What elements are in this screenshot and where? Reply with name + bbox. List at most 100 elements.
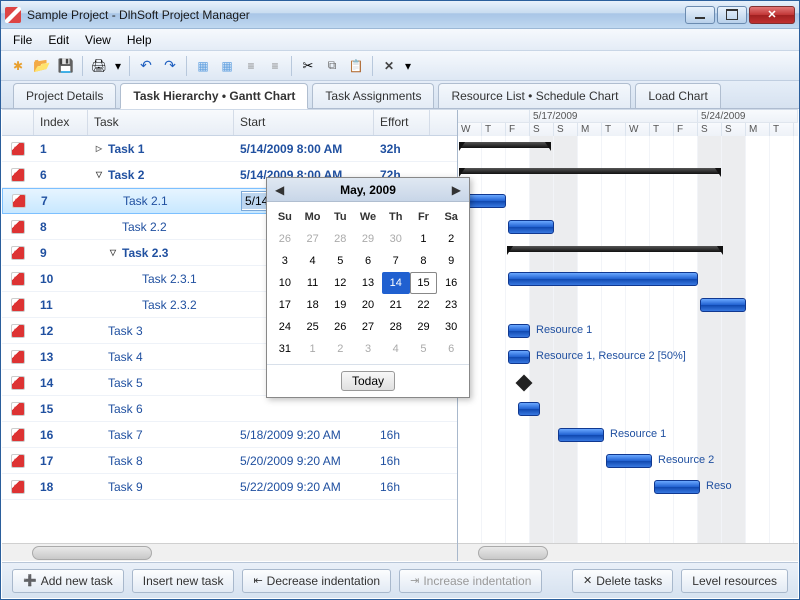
col-effort[interactable]: Effort bbox=[374, 110, 430, 135]
task-row[interactable]: 1Task 15/14/2009 8:00 AM32h bbox=[2, 136, 457, 162]
flag-icon[interactable] bbox=[11, 298, 25, 312]
flag-icon[interactable] bbox=[11, 142, 25, 156]
save-icon[interactable] bbox=[55, 55, 77, 77]
calendar-day[interactable]: 12 bbox=[326, 272, 354, 294]
effort-cell[interactable]: 16h bbox=[374, 480, 430, 494]
calendar-day[interactable]: 11 bbox=[299, 272, 327, 294]
flag-icon[interactable] bbox=[11, 428, 25, 442]
calendar-day[interactable]: 24 bbox=[271, 316, 299, 338]
add-new-task-button[interactable]: ➕Add new task bbox=[12, 569, 124, 593]
copy-icon[interactable] bbox=[321, 55, 343, 77]
col-task[interactable]: Task bbox=[88, 110, 234, 135]
print-dropdown-icon[interactable]: ▾ bbox=[112, 55, 124, 77]
next-month-icon[interactable]: ▶ bbox=[452, 183, 461, 197]
menu-view[interactable]: View bbox=[77, 31, 119, 49]
calendar-day[interactable]: 23 bbox=[437, 294, 465, 316]
flag-icon[interactable] bbox=[11, 402, 25, 416]
expander-icon[interactable] bbox=[94, 144, 104, 154]
calendar-day[interactable]: 6 bbox=[437, 338, 465, 360]
task-name-cell[interactable]: Task 9 bbox=[88, 480, 234, 494]
effort-cell[interactable]: 16h bbox=[374, 428, 430, 442]
calendar-day[interactable]: 5 bbox=[410, 338, 438, 360]
increase-indentation-button[interactable]: ⇥Increase indentation bbox=[399, 569, 542, 593]
task-bar[interactable] bbox=[508, 350, 530, 364]
calendar-day[interactable]: 30 bbox=[382, 228, 410, 250]
task-bar[interactable] bbox=[606, 454, 652, 468]
effort-cell[interactable]: 32h bbox=[374, 142, 430, 156]
task-name-cell[interactable]: Task 2.3.1 bbox=[88, 272, 234, 286]
summary-bar[interactable] bbox=[460, 168, 720, 174]
task-name-cell[interactable]: Task 2.2 bbox=[88, 220, 234, 234]
task-bar[interactable] bbox=[558, 428, 604, 442]
calendar-day[interactable]: 27 bbox=[354, 316, 382, 338]
task-bar[interactable] bbox=[508, 220, 554, 234]
level-resources-button[interactable]: Level resources bbox=[681, 569, 788, 593]
grid-h-scrollbar[interactable] bbox=[2, 543, 457, 561]
outdent-icon[interactable] bbox=[240, 55, 262, 77]
calendar-day[interactable]: 22 bbox=[410, 294, 438, 316]
calendar-day[interactable]: 2 bbox=[326, 338, 354, 360]
close-button[interactable] bbox=[749, 6, 795, 24]
calendar-day[interactable]: 1 bbox=[299, 338, 327, 360]
flag-icon[interactable] bbox=[11, 480, 25, 494]
decrease-indentation-button[interactable]: ⇤Decrease indentation bbox=[242, 569, 391, 593]
calendar-day[interactable]: 2 bbox=[437, 228, 465, 250]
task-name-cell[interactable]: Task 2.3.2 bbox=[88, 298, 234, 312]
calendar-day[interactable]: 16 bbox=[437, 272, 465, 294]
undo-icon[interactable] bbox=[135, 55, 157, 77]
task-bar[interactable] bbox=[654, 480, 700, 494]
grid-scroll-thumb[interactable] bbox=[32, 546, 152, 560]
calendar-day[interactable]: 9 bbox=[437, 250, 465, 272]
flag-icon[interactable] bbox=[11, 324, 25, 338]
calendar-day[interactable]: 30 bbox=[437, 316, 465, 338]
calendar-day[interactable]: 8 bbox=[410, 250, 438, 272]
task-bar[interactable] bbox=[518, 402, 540, 416]
tab-project-details[interactable]: Project Details bbox=[13, 83, 116, 108]
col-flag[interactable] bbox=[2, 110, 34, 135]
task-name-cell[interactable]: Task 7 bbox=[88, 428, 234, 442]
tab-load-chart[interactable]: Load Chart bbox=[635, 83, 720, 108]
calendar-day[interactable]: 4 bbox=[299, 250, 327, 272]
task-bar[interactable] bbox=[508, 272, 698, 286]
calendar-day[interactable]: 14 bbox=[382, 272, 410, 294]
calendar-day[interactable]: 13 bbox=[354, 272, 382, 294]
open-icon[interactable] bbox=[31, 55, 53, 77]
flag-icon[interactable] bbox=[11, 272, 25, 286]
task-name-cell[interactable]: Task 8 bbox=[88, 454, 234, 468]
today-button[interactable]: Today bbox=[341, 371, 395, 391]
task-name-cell[interactable]: Task 2.1 bbox=[89, 194, 235, 208]
task-row[interactable]: 15Task 6 bbox=[2, 396, 457, 422]
task-bar[interactable] bbox=[508, 324, 530, 338]
task-name-cell[interactable]: Task 2 bbox=[88, 168, 234, 182]
insert-new-task-button[interactable]: Insert new task bbox=[132, 569, 235, 593]
calendar-day[interactable]: 26 bbox=[326, 316, 354, 338]
col-start[interactable]: Start bbox=[234, 110, 374, 135]
gantt-scroll-thumb[interactable] bbox=[478, 546, 548, 560]
calendar-day[interactable]: 1 bbox=[410, 228, 438, 250]
task-name-cell[interactable]: Task 1 bbox=[88, 142, 234, 156]
calendar-day[interactable]: 15 bbox=[410, 272, 438, 294]
summary-bar[interactable] bbox=[460, 142, 550, 148]
new-icon[interactable] bbox=[7, 55, 29, 77]
calendar-day[interactable]: 6 bbox=[354, 250, 382, 272]
calendar-day[interactable]: 28 bbox=[326, 228, 354, 250]
print-icon[interactable] bbox=[88, 55, 110, 77]
calendar-day[interactable]: 10 bbox=[271, 272, 299, 294]
task-name-cell[interactable]: Task 4 bbox=[88, 350, 234, 364]
maximize-button[interactable] bbox=[717, 6, 747, 24]
insert-task-icon[interactable] bbox=[216, 55, 238, 77]
calendar-day[interactable]: 28 bbox=[382, 316, 410, 338]
calendar-day[interactable]: 3 bbox=[271, 250, 299, 272]
flag-icon[interactable] bbox=[11, 454, 25, 468]
task-bar[interactable] bbox=[700, 298, 746, 312]
task-name-cell[interactable]: Task 3 bbox=[88, 324, 234, 338]
task-name-cell[interactable]: Task 2.3 bbox=[88, 246, 234, 260]
delete-icon[interactable] bbox=[378, 55, 400, 77]
task-name-cell[interactable]: Task 5 bbox=[88, 376, 234, 390]
cut-icon[interactable] bbox=[297, 55, 319, 77]
tab-resource-list[interactable]: Resource List • Schedule Chart bbox=[438, 83, 631, 108]
calendar-day[interactable]: 25 bbox=[299, 316, 327, 338]
calendar-day[interactable]: 27 bbox=[299, 228, 327, 250]
paste-icon[interactable] bbox=[345, 55, 367, 77]
indent-icon[interactable] bbox=[264, 55, 286, 77]
